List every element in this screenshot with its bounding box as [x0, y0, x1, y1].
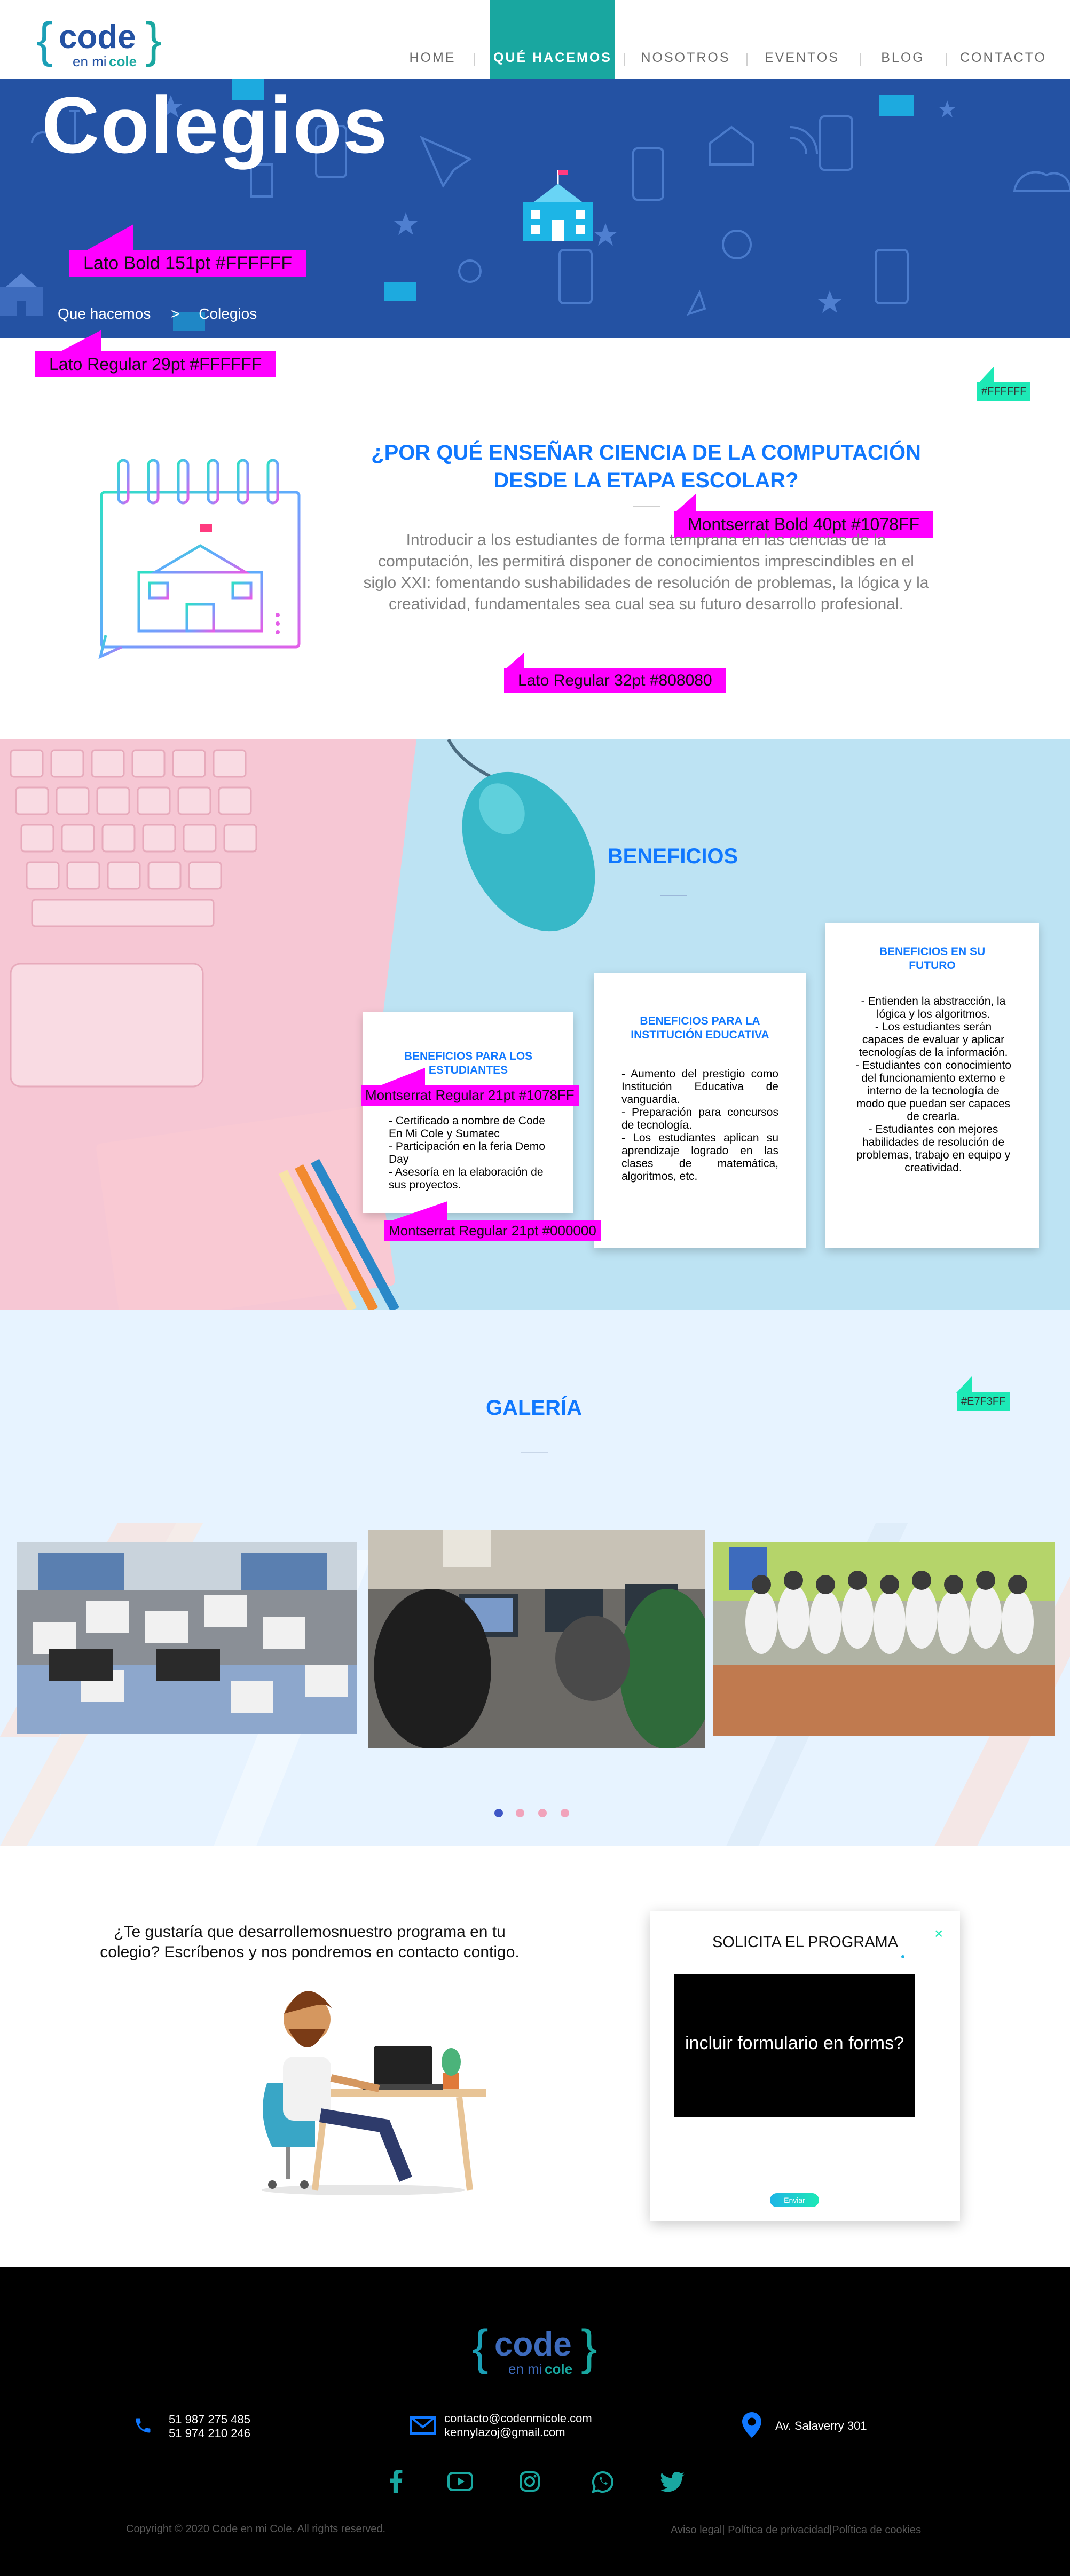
person-at-desk-illustration: [262, 1991, 486, 2195]
footer-logo-brand: code: [494, 2326, 572, 2363]
svg-text:}: }: [581, 2322, 597, 2375]
whatsapp-icon[interactable]: [592, 2471, 614, 2493]
annotation-pointer: [379, 1068, 425, 1086]
breadcrumb-current: Colegios: [199, 305, 257, 322]
form-embed-placeholder[interactable]: incluir formulario en forms?: [674, 1974, 915, 2117]
footer-email-2[interactable]: kennylazoj@gmail.com: [444, 2425, 565, 2440]
nav-separator: [946, 53, 947, 66]
gallery-photo-students-certificates[interactable]: [17, 1542, 357, 1734]
site-logo[interactable]: { code en mi cole }: [35, 15, 163, 74]
nav-home[interactable]: HOME: [400, 0, 465, 79]
carousel-dot-4[interactable]: [561, 1809, 569, 1817]
breadcrumb-separator: >: [171, 305, 180, 322]
nav-blog[interactable]: BLOG: [874, 0, 932, 79]
nav-separator: [860, 53, 861, 66]
hero-title: Colegios: [42, 80, 389, 170]
svg-text:{: {: [472, 2322, 489, 2375]
nav-separator: [746, 53, 748, 66]
annotation-pointer: [978, 366, 994, 383]
instagram-icon[interactable]: [519, 2471, 540, 2492]
gallery-photo-group[interactable]: [713, 1542, 1055, 1736]
footer-email-1[interactable]: contacto@codenmicole.com: [444, 2411, 592, 2426]
footer-logo-tagline-en: en mi: [508, 2361, 542, 2377]
logo-tagline-en: en mi: [73, 53, 107, 69]
benefit-card-title: BENEFICIOS EN SU FUTURO: [879, 946, 986, 972]
form-status-dot: [901, 1955, 904, 1958]
email-icon: [410, 2416, 436, 2435]
annotation-bg-white-spec: #FFFFFF: [977, 382, 1031, 401]
annotation-pointer: [389, 1201, 447, 1222]
contact-question: ¿Te gustaría que desarrollemosnuestro pr…: [100, 1923, 520, 1961]
carousel-dot-1[interactable]: [494, 1809, 503, 1817]
why-section-text: Introducir a los estudiantes de forma te…: [363, 531, 929, 613]
footer-legal-links[interactable]: Aviso legal| Política de privacidad|Polí…: [671, 2524, 921, 2536]
facebook-icon[interactable]: [388, 2470, 404, 2493]
location-pin-icon: [742, 2412, 761, 2438]
annotation-pointer: [59, 330, 101, 352]
annotation-pointer: [505, 652, 524, 669]
annotation-gallery-bg-spec: #E7F3FF: [957, 1392, 1010, 1411]
carousel-dot-3[interactable]: [538, 1809, 547, 1817]
why-section-title: ¿POR QUÉ ENSEÑAR CIENCIA DE LA COMPUTACI…: [371, 441, 921, 492]
svg-text:{: {: [36, 15, 53, 67]
annotation-hero-title-spec: Lato Bold 151pt #FFFFFF: [69, 250, 306, 277]
benefit-card-title: BENEFICIOS PARA LA INSTITUCIÓN EDUCATIVA: [631, 1015, 769, 1041]
annotation-pointer: [85, 224, 133, 251]
footer-phone-1[interactable]: 51 987 275 485: [169, 2412, 250, 2427]
gallery-photo-computer-lab[interactable]: [368, 1530, 705, 1748]
nav-contacto[interactable]: CONTACTO: [958, 0, 1049, 79]
title-divider: [660, 895, 687, 896]
form-placeholder-text: incluir formulario en forms?: [685, 2033, 904, 2053]
benefit-card-body: - Entienden la abstracción, la lógica y …: [855, 995, 1011, 1174]
footer-phone-2[interactable]: 51 974 210 246: [169, 2426, 250, 2441]
annotation-pointer: [675, 493, 696, 513]
svg-text:}: }: [145, 15, 162, 67]
annotation-why-text-spec: Lato Regular 32pt #808080: [504, 668, 726, 693]
logo-brand-text: code: [59, 19, 136, 56]
twitter-icon[interactable]: [660, 2472, 685, 2492]
phone-icon: [136, 2418, 151, 2433]
logo-tagline-cole: cole: [109, 53, 137, 69]
nav-separator: [624, 53, 625, 66]
program-request-form: SOLICITA EL PROGRAMA × incluir formulari…: [650, 1911, 960, 2221]
gallery-title: GALERÍA: [486, 1396, 582, 1420]
footer-copyright: Copyright © 2020 Code en mi Cole. All ri…: [126, 2523, 386, 2535]
benefit-card-body: - Aumento del prestigio como Institución…: [621, 1068, 778, 1183]
nav-nosotros[interactable]: NOSOTROS: [639, 0, 733, 79]
youtube-icon[interactable]: [447, 2472, 473, 2491]
nav-separator: [474, 53, 475, 66]
annotation-pointer: [956, 1376, 972, 1393]
annotation-card-body-spec: Montserrat Regular 21pt #000000: [384, 1220, 601, 1241]
benefit-card-body: - Certificado a nombre de Code En Mi Col…: [389, 1115, 545, 1191]
form-title: SOLICITA EL PROGRAMA: [712, 1934, 899, 1951]
footer-address: Av. Salaverry 301: [775, 2419, 867, 2432]
breadcrumb-parent-link[interactable]: Que hacemos: [58, 305, 151, 322]
annotation-breadcrumb-spec: Lato Regular 29pt #FFFFFF: [35, 351, 276, 377]
footer-logo[interactable]: { code en mi cole }: [471, 2322, 599, 2381]
benefits-title: BENEFICIOS: [607, 845, 738, 868]
nav-que-hacemos[interactable]: QUÉ HACEMOS: [490, 0, 615, 79]
carousel-dot-2[interactable]: [516, 1809, 524, 1817]
calendar-school-icon: [98, 459, 301, 659]
benefit-card-students: BENEFICIOS PARA LOS ESTUDIANTES - Certif…: [363, 1012, 573, 1213]
title-divider: [521, 1452, 548, 1453]
title-divider: [633, 506, 660, 507]
footer-logo-tagline-cole: cole: [545, 2361, 572, 2377]
annotation-card-title-spec: Montserrat Regular 21pt #1078FF: [361, 1085, 579, 1106]
send-button[interactable]: Enviar: [770, 2193, 819, 2207]
benefit-card-future: BENEFICIOS EN SU FUTURO - Entienden la a…: [825, 923, 1039, 1248]
breadcrumb: Que hacemos > Colegios: [58, 305, 257, 322]
benefit-card-institution: BENEFICIOS PARA LA INSTITUCIÓN EDUCATIVA…: [594, 973, 806, 1248]
form-close-icon[interactable]: ×: [934, 1925, 943, 1942]
nav-eventos[interactable]: EVENTOS: [760, 0, 844, 79]
